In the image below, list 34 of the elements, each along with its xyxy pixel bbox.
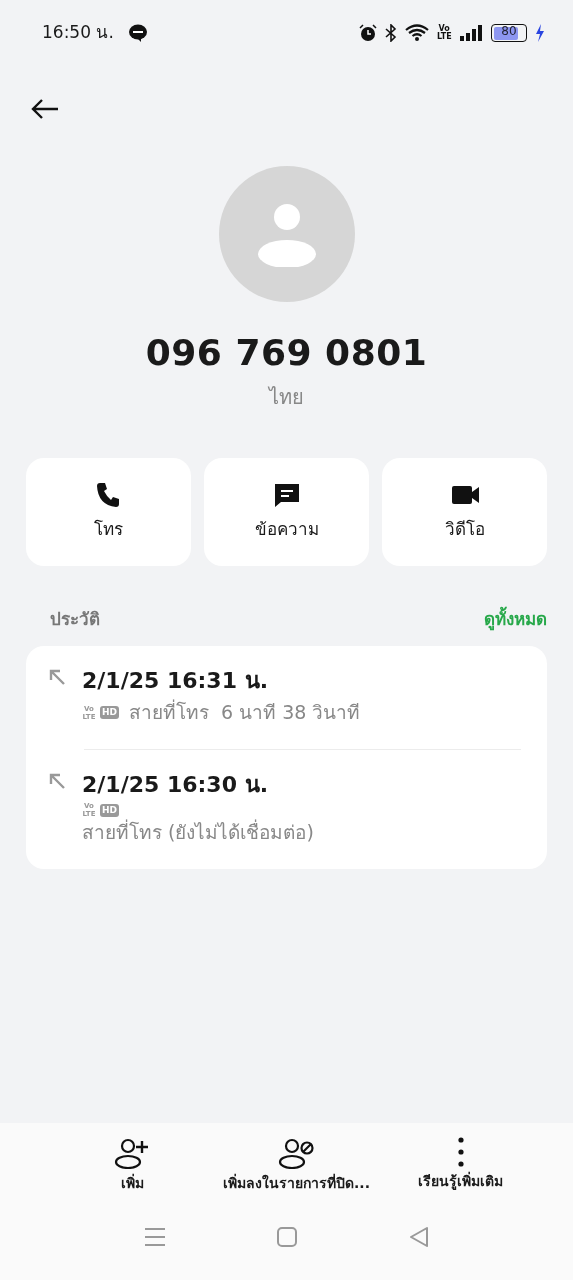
- call-detail: สายที่โทร 6 นาที 38 วินาที: [129, 698, 361, 726]
- add-action-button[interactable]: เพิ่ม: [50, 1137, 215, 1194]
- section-title: ประวัติ: [50, 608, 100, 632]
- phone-number: 096 769 0801: [145, 331, 428, 375]
- back-arrow-icon[interactable]: [30, 96, 60, 121]
- bluetooth-icon: [385, 24, 397, 42]
- call-detail: สายที่โทร (ยังไม่ได้เชื่อมต่อ): [82, 818, 314, 846]
- chat-bubble-icon: [127, 23, 148, 43]
- alarm-icon: [359, 24, 377, 42]
- call-datetime: 2/1/25 16:30 น.: [82, 771, 269, 799]
- add-person-icon: [114, 1137, 151, 1169]
- hd-badge: HD: [100, 706, 119, 720]
- outgoing-arrow-icon: [48, 668, 66, 686]
- network-label: Vo LTE: [437, 25, 451, 41]
- person-icon: [256, 201, 317, 267]
- more-icon: [457, 1137, 464, 1167]
- call-button[interactable]: โทร: [26, 458, 191, 566]
- battery-text: 80: [500, 24, 518, 39]
- more-action-button[interactable]: เรียนรู้เพิ่มเติม: [378, 1137, 543, 1194]
- hd-badge: HD: [100, 803, 119, 817]
- clock-time: 16:50 น.: [42, 21, 114, 45]
- menu-icon[interactable]: [143, 1227, 166, 1247]
- outgoing-arrow-icon: [48, 771, 66, 790]
- message-icon: [272, 481, 301, 510]
- region-label: ไทย: [269, 384, 304, 411]
- message-button[interactable]: ข้อความ: [204, 458, 369, 566]
- block-person-icon: [278, 1137, 315, 1169]
- video-button[interactable]: วิดีโอ: [382, 458, 547, 566]
- back-icon[interactable]: [407, 1226, 430, 1248]
- wifi-icon: [405, 24, 429, 42]
- home-icon[interactable]: [275, 1226, 298, 1248]
- block-action-button[interactable]: เพิ่มลงในรายการที่ปิด...: [214, 1137, 379, 1194]
- call-datetime: 2/1/25 16:31 น.: [82, 668, 269, 695]
- signal-icon: [459, 24, 483, 42]
